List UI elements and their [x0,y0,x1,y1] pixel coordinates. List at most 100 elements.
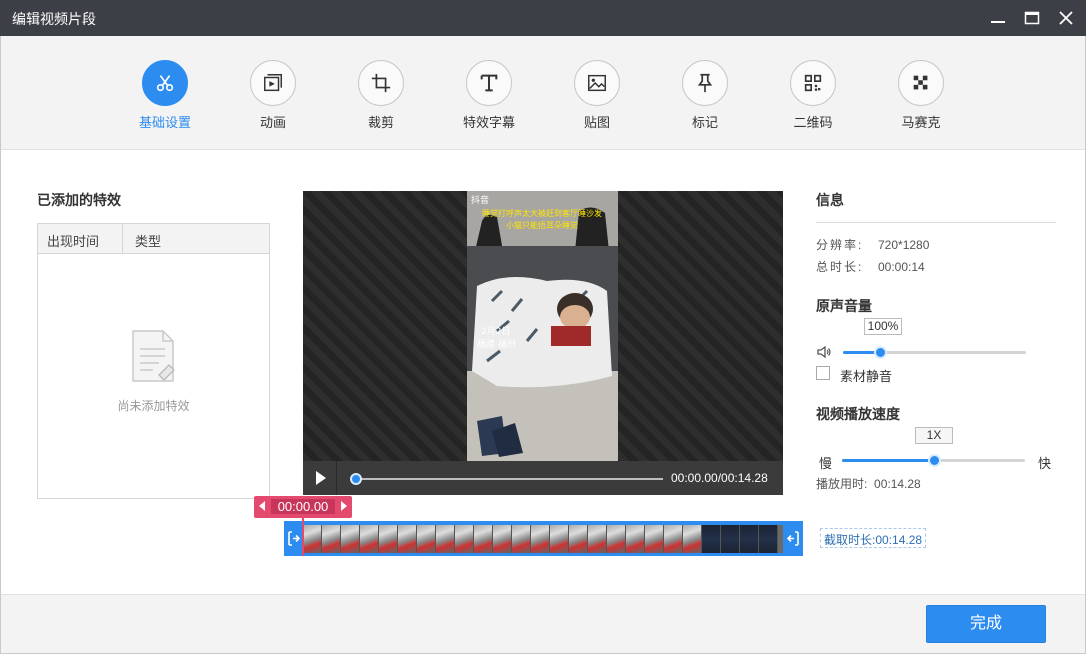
trim-end-handle[interactable] [784,521,803,556]
footer-bar [1,594,1085,653]
info-divider [816,222,1056,223]
timeline-thumbnail [664,525,683,553]
timeline-thumbnail [360,525,379,553]
tool-basic-settings[interactable]: 基础设置 [125,60,205,130]
play-time-row: 播放用时: 00:14.28 [816,475,921,492]
resolution-row: 分辨率: 720*1280 [816,236,929,253]
speed-slow-label: 慢 [819,456,833,471]
window-title: 编辑视频片段 [12,11,96,27]
frame-date-text: 2月2日 [481,326,510,337]
play-button[interactable] [303,461,337,495]
video-frame: 抖音 睡觉打呼声太大被赶到客厅睡沙发 小猫只能捂耳朵睡觉 2月2日 福建·福州 [467,191,618,461]
tool-mosaic[interactable]: 马赛克 [881,60,961,130]
maximize-icon [1024,11,1040,25]
timeline-thumbnail [455,525,474,553]
tool-crop[interactable]: 裁剪 [341,60,421,130]
tool-animation[interactable]: 动画 [233,60,313,130]
tool-label: 裁剪 [367,115,394,130]
speed-fast-label: 快 [1038,456,1052,471]
tool-text-effects[interactable]: 特效字幕 [449,60,529,130]
scissors-icon [142,60,188,106]
crop-icon [358,60,404,106]
timeline-thumbnail [550,525,569,553]
text-icon [466,60,512,106]
frame-place-text: 福建·福州 [477,338,516,350]
close-button[interactable] [1054,6,1078,30]
play-time-value: 00:14.28 [874,477,921,491]
timeline-thumbnail [626,525,645,553]
volume-title: 原声音量 [816,298,872,314]
step-forward-icon[interactable] [341,501,347,511]
trim-start-handle[interactable] [284,521,303,556]
tool-label: 特效字幕 [462,115,515,130]
timeline-thumbnail [322,525,341,553]
clip-duration-label: 截取时长:00:14.28 [820,528,927,548]
timeline-strip[interactable] [284,521,803,556]
done-button[interactable]: 完成 [926,605,1046,643]
effects-table: 出现时间 类型 尚未添加特效 [37,223,270,499]
speed-slider[interactable] [842,454,1025,467]
mute-checkbox[interactable] [816,366,830,380]
timeline-thumbnail [303,525,322,553]
speed-value: 1X [915,427,953,444]
effects-table-header: 出现时间 类型 [38,224,269,254]
timeline-thumbnail [759,525,778,553]
timeline-thumbnails [303,525,783,553]
duration-row: 总时长: 00:00:14 [816,258,925,275]
speed-slider-fill [842,459,934,462]
empty-effects-text: 尚未添加特效 [117,399,190,413]
timeline-thumbnail [607,525,626,553]
frame-logo-text: 抖音 [471,194,489,206]
info-title: 信息 [816,192,844,208]
minimize-button[interactable] [986,6,1010,30]
pin-icon [682,60,728,106]
timeline-thumbnail [740,525,759,553]
video-frame-image: 抖音 睡觉打呼声太大被赶到客厅睡沙发 小猫只能捂耳朵睡觉 2月2日 福建·福州 [467,191,618,461]
timeline-playhead[interactable] [302,518,304,556]
timeline-thumbnail [512,525,531,553]
frame-caption-line2: 小猫只能捂耳朵睡觉 [506,220,578,230]
timeline-current-time: 00:00.00 [254,496,352,518]
play-icon [316,471,326,485]
volume-slider-knob[interactable] [873,346,887,359]
timeline-thumbnail [721,525,740,553]
progress-bar[interactable] [355,478,663,480]
timeline-thumbnail [398,525,417,553]
effects-panel-title: 已添加的特效 [37,192,121,208]
timeline-thumbnail [474,525,493,553]
qrcode-icon [790,60,836,106]
frame-caption-line1: 睡觉打呼声太大被赶到客厅睡沙发 [482,208,602,218]
resolution-label: 分辨率: [816,238,864,252]
volume-slider[interactable] [843,346,1026,359]
speed-title: 视频播放速度 [816,406,900,422]
volume-value: 100% [864,318,902,335]
timeline-thumbnail [702,525,721,553]
maximize-button[interactable] [1020,6,1044,30]
step-back-icon[interactable] [259,501,265,511]
tool-marker[interactable]: 标记 [665,60,745,130]
tool-label: 贴图 [583,115,610,130]
tool-label: 标记 [691,115,718,130]
tool-label: 二维码 [793,115,833,130]
column-header-type[interactable]: 类型 [135,231,161,250]
speed-slider-knob[interactable] [927,454,941,467]
mute-label[interactable]: 素材静音 [840,366,892,385]
player-controls: 00:00.00/00:14.28 [303,461,783,495]
timeline-thumbnail [569,525,588,553]
tool-sticker[interactable]: 贴图 [557,60,637,130]
column-header-time[interactable]: 出现时间 [47,231,99,250]
close-icon [1059,11,1073,25]
progress-knob[interactable] [350,473,362,485]
empty-document-icon [132,330,175,382]
timeline-thumbnail [588,525,607,553]
timeline-thumbnail [379,525,398,553]
speaker-icon[interactable] [816,344,832,360]
tool-qrcode[interactable]: 二维码 [773,60,853,130]
timeline-thumbnail [493,525,512,553]
mosaic-icon [898,60,944,106]
timeline-thumbnail [531,525,550,553]
video-preview[interactable]: 抖音 睡觉打呼声太大被赶到客厅睡沙发 小猫只能捂耳朵睡觉 2月2日 福建·福州 [303,191,783,461]
timeline-time-value: 00:00.00 [271,499,335,514]
animation-icon [250,60,296,106]
tool-label: 基础设置 [138,115,191,130]
